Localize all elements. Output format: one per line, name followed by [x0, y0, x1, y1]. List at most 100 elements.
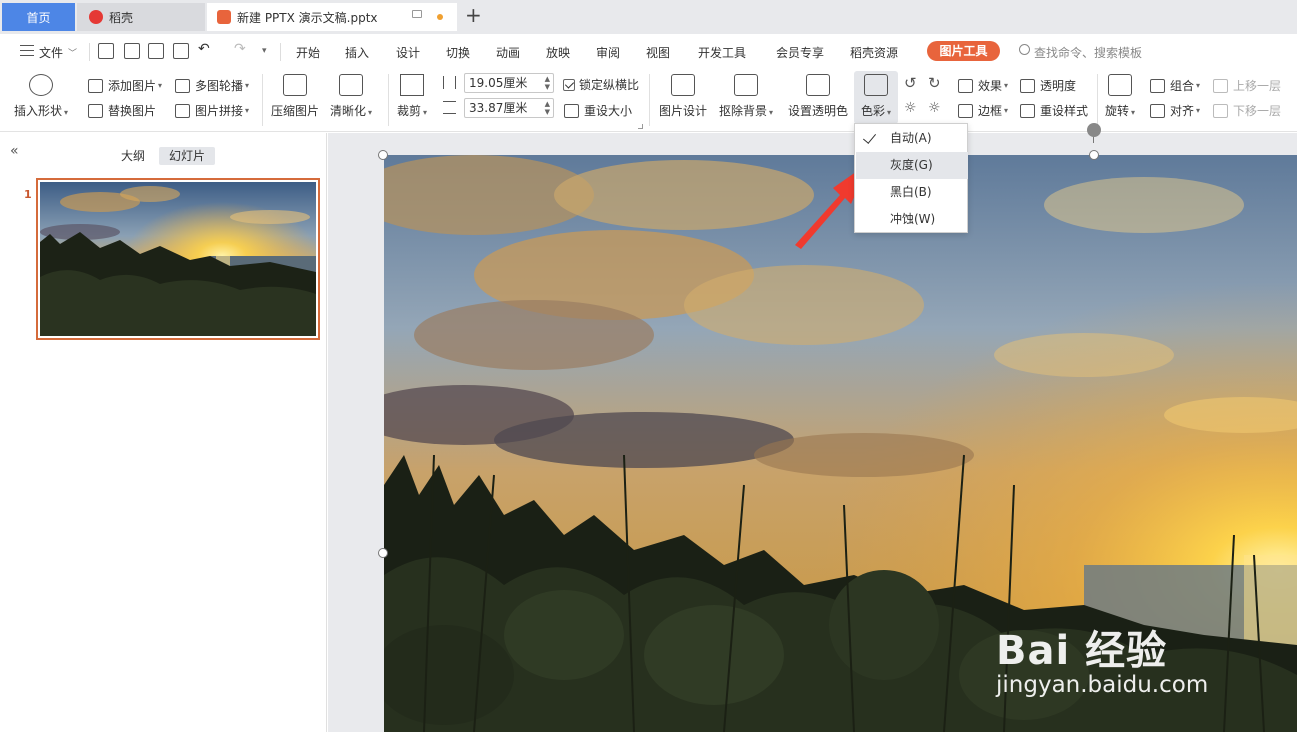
tab-home[interactable]: 首页: [2, 3, 75, 31]
menu-review[interactable]: 审阅: [596, 44, 620, 61]
menu-daoke-resources[interactable]: 稻壳资源: [850, 44, 898, 61]
screen-icon[interactable]: [412, 10, 422, 18]
redo-icon[interactable]: ↷: [234, 41, 246, 57]
menu-animation[interactable]: 动画: [496, 44, 520, 61]
menu-view[interactable]: 视图: [646, 44, 670, 61]
rotate-left-icon[interactable]: ↺: [904, 74, 917, 92]
reset-size-button[interactable]: 重设大小: [564, 102, 632, 119]
menu-bar: 文件 ﹀ ↶ ↷ ▾ 开始 插入 设计 切换 动画 放映 审阅 视图 开发工具 …: [0, 34, 1297, 68]
brightness-down-icon[interactable]: ☼: [928, 100, 941, 116]
insert-shape-label: 插入形状: [14, 104, 63, 118]
color-dropdown-menu: 自动(A) 灰度(G) 黑白(B) 冲蚀(W): [854, 123, 968, 233]
bring-forward-icon: [1213, 78, 1228, 93]
add-picture-label: 添加图片: [108, 79, 157, 93]
sharpen-button[interactable]: 清晰化 ▾: [330, 74, 372, 119]
slide-thumbnail-image: [40, 182, 316, 336]
height-spinner-icon[interactable]: ▲ ▼: [545, 75, 550, 91]
save-icon[interactable]: [98, 43, 114, 59]
slide-thumbnail[interactable]: [36, 178, 320, 340]
divider: [280, 43, 281, 61]
set-transparent-color-button[interactable]: 设置透明色: [788, 74, 848, 119]
menu-insert[interactable]: 插入: [345, 44, 369, 61]
file-chevron-down-icon[interactable]: ﹀: [68, 46, 77, 59]
new-tab-plus-icon[interactable]: +: [465, 5, 482, 25]
picture-splice-button[interactable]: 图片拼接 ▾: [175, 102, 249, 119]
resize-handle-left[interactable]: [378, 548, 388, 558]
height-input[interactable]: 19.05厘米 ▲ ▼: [464, 73, 554, 93]
menu-design[interactable]: 设计: [396, 44, 420, 61]
remove-background-button[interactable]: 抠除背景 ▾: [719, 74, 773, 119]
effects-label: 效果: [978, 79, 1003, 93]
group-button[interactable]: 组合 ▾: [1150, 77, 1200, 94]
rotate-right-icon[interactable]: ↻: [928, 74, 941, 92]
transparent-color-icon: [806, 74, 830, 96]
sharpen-label: 清晰化: [330, 104, 367, 118]
compress-label: 压缩图片: [271, 104, 320, 118]
menu-transition[interactable]: 切换: [446, 44, 470, 61]
tab-outline[interactable]: 大纲: [121, 147, 145, 165]
sharpen-icon: [339, 74, 364, 96]
collapse-panel-icon[interactable]: «: [10, 143, 19, 159]
menu-start[interactable]: 开始: [296, 44, 320, 61]
replace-picture-button[interactable]: 替换图片: [88, 102, 156, 119]
group-label: 组合: [1170, 79, 1195, 93]
reset-style-button[interactable]: 重设样式: [1020, 102, 1088, 119]
color-auto-option[interactable]: 自动(A): [856, 125, 968, 152]
group-icon: [1150, 78, 1165, 93]
tab-picture-tools[interactable]: 图片工具: [927, 41, 1000, 61]
caret-down-icon: ▾: [368, 108, 373, 117]
quick-access-more-icon[interactable]: ▾: [262, 46, 267, 56]
align-button[interactable]: 对齐 ▾: [1150, 102, 1200, 119]
insert-shape-button[interactable]: 插入形状 ▾: [14, 74, 68, 119]
resize-handle-top[interactable]: [1089, 150, 1099, 160]
send-backward-button[interactable]: 下移一层: [1213, 102, 1281, 119]
menu-slideshow[interactable]: 放映: [546, 44, 570, 61]
brightness-up-icon[interactable]: ☼: [904, 100, 917, 116]
lock-aspect-ratio-checkbox[interactable]: 锁定纵横比: [563, 76, 639, 93]
print-icon[interactable]: [148, 43, 164, 59]
export-pdf-icon[interactable]: [124, 43, 140, 59]
tab-home-label: 首页: [26, 10, 51, 25]
size-dialog-launcher-icon[interactable]: [638, 124, 643, 129]
border-button[interactable]: 边框 ▾: [958, 102, 1008, 119]
tab-slides[interactable]: 幻灯片: [159, 147, 215, 165]
remove-background-label: 抠除背景: [719, 104, 768, 118]
menu-file[interactable]: 文件: [39, 44, 63, 61]
width-input[interactable]: 33.87厘米 ▲ ▼: [464, 98, 554, 118]
color-button[interactable]: 色彩 ▾: [854, 71, 898, 124]
hamburger-menu-icon[interactable]: [20, 45, 34, 56]
crop-button[interactable]: 裁剪 ▾: [397, 74, 427, 119]
command-search-input[interactable]: 查找命令、搜索模板: [1034, 44, 1142, 61]
multi-carousel-button[interactable]: 多图轮播 ▾: [175, 77, 249, 94]
color-grayscale-option[interactable]: 灰度(G): [856, 152, 968, 179]
rotation-handle-icon[interactable]: [1087, 123, 1101, 137]
tab-daoke[interactable]: 稻壳: [77, 3, 205, 31]
slides-panel: « 大纲 幻灯片 1: [0, 133, 327, 732]
effects-button[interactable]: 效果 ▾: [958, 77, 1008, 94]
print-preview-icon[interactable]: [173, 43, 189, 59]
unsaved-dot-icon: [437, 14, 443, 20]
width-spinner-icon[interactable]: ▲ ▼: [545, 100, 550, 116]
picture-design-button[interactable]: 图片设计: [659, 74, 707, 119]
bring-forward-button[interactable]: 上移一层: [1213, 77, 1281, 94]
crop-label: 裁剪: [397, 104, 422, 118]
transparency-button[interactable]: 透明度: [1020, 77, 1076, 94]
replace-picture-label: 替换图片: [108, 104, 157, 118]
sunset-thumbnail-image: [40, 182, 316, 336]
undo-icon[interactable]: ↶: [198, 41, 210, 57]
menu-member[interactable]: 会员专享: [776, 44, 824, 61]
color-black-white-option[interactable]: 黑白(B): [856, 179, 968, 206]
crop-icon: [400, 74, 425, 96]
send-backward-label: 下移一层: [1233, 104, 1282, 118]
menu-developer[interactable]: 开发工具: [698, 44, 746, 61]
add-picture-button[interactable]: 添加图片 ▾: [88, 77, 162, 94]
color-washout-option[interactable]: 冲蚀(W): [856, 206, 968, 233]
replace-picture-icon: [88, 103, 103, 118]
resize-handle-top-left[interactable]: [378, 150, 388, 160]
daoke-logo-icon: [89, 10, 103, 24]
compress-picture-button[interactable]: 压缩图片: [271, 74, 319, 119]
rotate-label: 旋转: [1105, 104, 1130, 118]
divider: [388, 74, 389, 126]
caret-down-icon: ▾: [245, 81, 250, 90]
rotate-button[interactable]: 旋转 ▾: [1105, 74, 1135, 119]
